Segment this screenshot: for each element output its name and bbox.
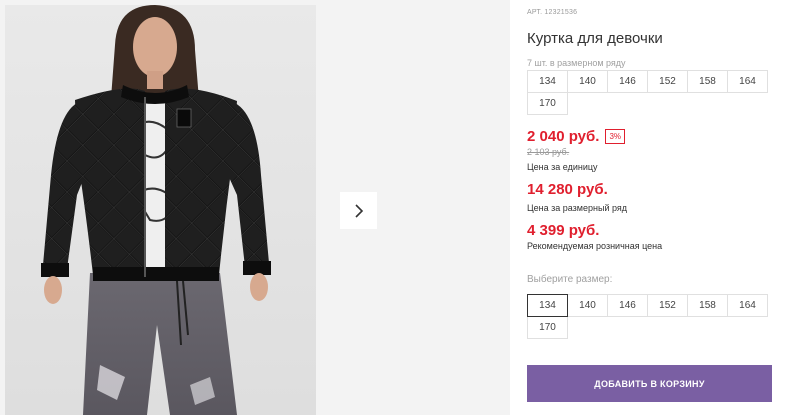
size-option-146[interactable]: 146 — [607, 294, 648, 317]
size-option-140[interactable]: 140 — [567, 294, 608, 317]
add-to-cart-button[interactable]: ДОБАВИТЬ В КОРЗИНУ — [527, 365, 772, 402]
series-size-grid: 134 140 146 152 158 164 170 — [527, 70, 773, 115]
size-option-164[interactable]: 164 — [727, 294, 768, 317]
size-option-170[interactable]: 170 — [527, 316, 568, 339]
series-size-cell: 146 — [607, 70, 648, 93]
size-selector: 134 140 146 152 158 164 170 — [527, 294, 773, 339]
size-selector-label: Выберите размер: — [527, 274, 613, 285]
product-sku: АРТ. 12321536 — [527, 9, 578, 16]
retail-price: 4 399 руб. — [527, 222, 600, 239]
unit-price-row: 2 040 руб. 3% — [527, 128, 626, 145]
series-size-cell: 164 — [727, 70, 768, 93]
series-size-cell: 140 — [567, 70, 608, 93]
product-photo[interactable] — [5, 5, 316, 415]
chevron-right-icon — [354, 203, 363, 218]
discount-badge: 3% — [605, 129, 626, 144]
product-title: Куртка для девочки — [527, 30, 663, 47]
gallery-next-button[interactable] — [340, 192, 377, 229]
series-size-cell: 134 — [527, 70, 568, 93]
retail-price-caption: Рекомендуемая розничная цена — [527, 241, 663, 251]
size-option-152[interactable]: 152 — [647, 294, 688, 317]
product-gallery — [0, 0, 510, 415]
series-size-cell: 152 — [647, 70, 688, 93]
series-count-note: 7 шт. в размерном ряду — [527, 58, 626, 68]
unit-price: 2 040 руб. — [527, 128, 600, 145]
series-size-cell: 170 — [527, 92, 568, 115]
series-price-caption: Цена за размерный ряд — [527, 203, 628, 213]
size-option-134[interactable]: 134 — [527, 294, 568, 317]
series-size-cell: 158 — [687, 70, 728, 93]
series-price: 14 280 руб. — [527, 181, 608, 198]
old-price: 2 103 руб. — [527, 147, 570, 157]
unit-price-caption: Цена за единицу — [527, 162, 598, 172]
jacket-model-illustration — [41, 5, 271, 415]
size-option-158[interactable]: 158 — [687, 294, 728, 317]
